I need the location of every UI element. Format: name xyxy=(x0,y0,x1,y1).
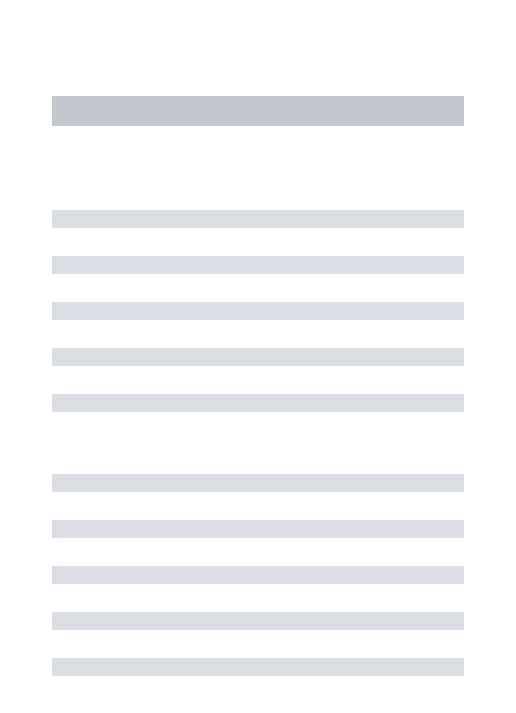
text-line-placeholder xyxy=(52,612,464,630)
title-placeholder xyxy=(52,96,464,126)
text-line-placeholder xyxy=(52,474,464,492)
text-line-placeholder xyxy=(52,394,464,412)
text-line-placeholder xyxy=(52,210,464,228)
section-gap xyxy=(52,440,464,474)
text-line-placeholder xyxy=(52,256,464,274)
text-line-placeholder xyxy=(52,302,464,320)
text-line-placeholder xyxy=(52,348,464,366)
skeleton-container xyxy=(0,0,516,676)
text-line-placeholder xyxy=(52,520,464,538)
text-line-placeholder xyxy=(52,566,464,584)
text-line-placeholder xyxy=(52,658,464,676)
